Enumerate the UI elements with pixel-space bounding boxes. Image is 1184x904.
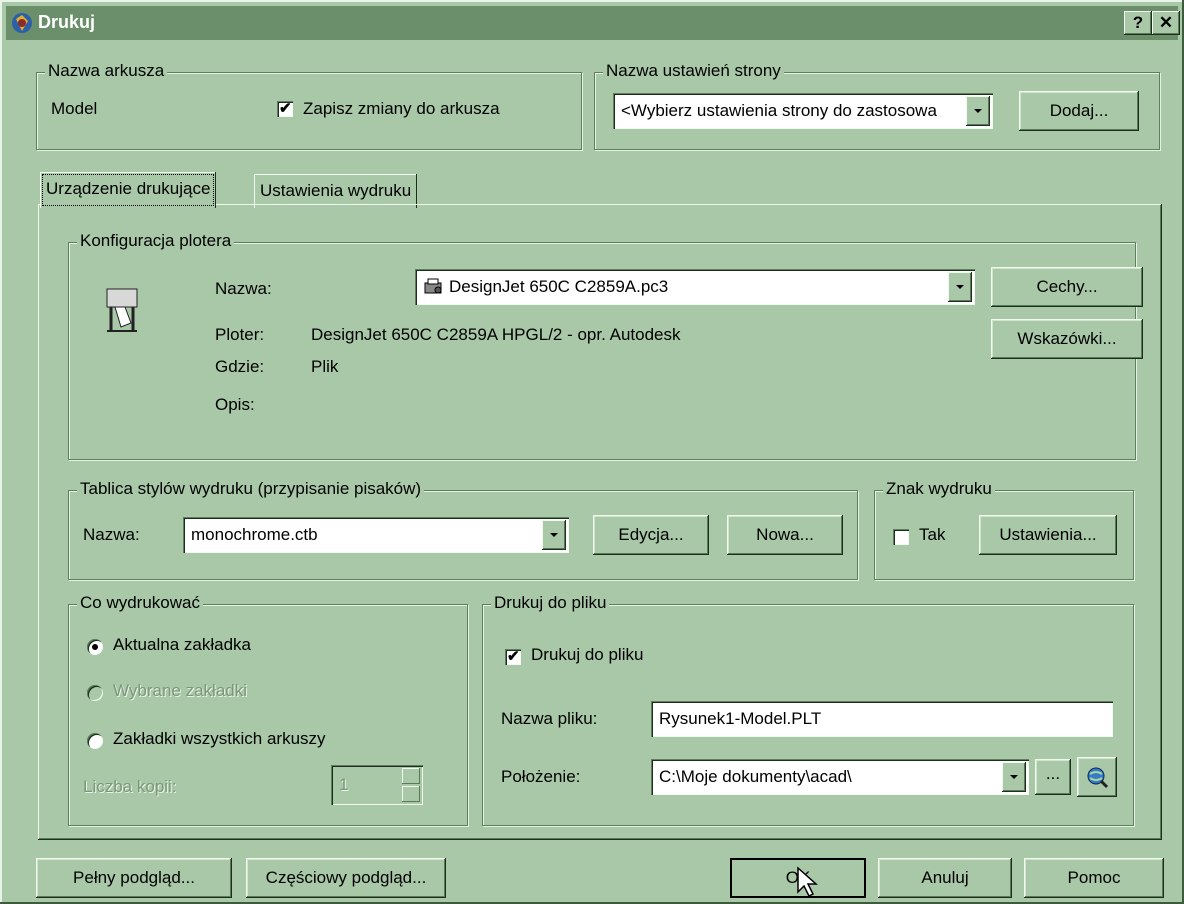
plotter-name-combo[interactable]: DesignJet 650C C2859A.pc3 — [415, 269, 975, 305]
chevron-down-icon[interactable] — [1002, 762, 1026, 792]
style-table-combo[interactable]: monochrome.ctb — [183, 517, 569, 553]
tab-plot-settings[interactable]: Ustawienia wydruku — [254, 174, 418, 208]
plot-style-table-group: Tablica stylów wydruku (przypisanie pisa… — [68, 479, 858, 580]
page-setup-group: Nazwa ustawień strony <Wybierz ustawieni… — [594, 61, 1160, 150]
chevron-down-icon[interactable] — [948, 272, 972, 302]
globe-search-icon — [1087, 767, 1109, 789]
printer-config-icon — [424, 278, 442, 294]
style-table-value: monochrome.ctb — [191, 525, 318, 544]
tab-panel-plot-device: Konfiguracja plotera Nazwa: DesignJet 65… — [38, 204, 1162, 840]
current-tab-label[interactable]: Aktualna zakładka — [113, 635, 251, 655]
plotter-description-label: Opis: — [215, 395, 255, 414]
edit-style-table-button[interactable]: Edycja... — [593, 515, 709, 555]
file-name-label: Nazwa pliku: — [501, 709, 598, 728]
plotter-where-label: Gdzie: — [215, 357, 265, 376]
what-to-plot-legend: Co wydrukować — [77, 593, 203, 613]
tab-plot-device[interactable]: Urządzenie drukujące — [40, 172, 217, 208]
plot-stamp-checkbox[interactable] — [893, 529, 909, 545]
plotter-where-value: Plik — [311, 357, 339, 376]
all-tabs-radio[interactable] — [87, 733, 103, 749]
mouse-pointer-icon — [797, 866, 818, 898]
page-setup-legend: Nazwa ustawień strony — [603, 61, 784, 81]
plot-stamp-legend: Znak wydruku — [883, 479, 995, 499]
plot-style-table-legend: Tablica stylów wydruku (przypisanie pisa… — [77, 479, 425, 499]
plot-stamp-yes-label[interactable]: Tak — [919, 525, 945, 545]
what-to-plot-group: Co wydrukować Aktualna zakładka Wybrane … — [68, 593, 468, 826]
cancel-button[interactable]: Anuluj — [878, 858, 1012, 898]
plot-stamp-group: Znak wydruku Tak Ustawienia... — [874, 479, 1134, 580]
all-tabs-label[interactable]: Zakładki wszystkich arkuszy — [113, 729, 326, 749]
plot-to-file-legend: Drukuj do pliku — [491, 593, 610, 613]
page-setup-combo-value: <Wybierz ustawienia strony do zastosowa — [621, 101, 937, 120]
file-name-input[interactable]: Rysunek1-Model.PLT — [651, 701, 1113, 737]
selected-tabs-radio — [87, 685, 103, 701]
plotter-hints-button[interactable]: Wskazówki... — [991, 319, 1143, 359]
plot-to-file-group: Drukuj do pliku Drukuj do pliku Nazwa pl… — [482, 593, 1134, 826]
help-title-button[interactable]: ? — [1124, 11, 1152, 35]
plot-to-file-label[interactable]: Drukuj do pliku — [531, 645, 643, 665]
copies-down-arrow-icon — [402, 786, 420, 802]
selected-tabs-label: Wybrane zakładki — [113, 681, 248, 700]
plotter-properties-button[interactable]: Cechy... — [991, 267, 1143, 307]
plotter-type-value: DesignJet 650C C2859A HPGL/2 - opr. Auto… — [311, 325, 681, 344]
window-title: Drukuj — [38, 12, 96, 32]
copies-label: Liczba kopii: — [83, 777, 177, 796]
copies-value: 1 — [339, 775, 349, 794]
browse-web-button[interactable] — [1077, 757, 1117, 797]
full-preview-button[interactable]: Pełny podgląd... — [36, 858, 232, 898]
page-setup-combo[interactable]: <Wybierz ustawienia strony do zastosowa — [613, 93, 993, 129]
chevron-down-icon[interactable] — [966, 96, 990, 126]
browse-location-button[interactable]: ... — [1035, 759, 1071, 795]
location-label: Położenie: — [501, 767, 581, 786]
file-name-value: Rysunek1-Model.PLT — [659, 709, 822, 728]
location-combo[interactable]: C:\Moje dokumenty\acad\ — [651, 759, 1029, 795]
save-changes-checkbox[interactable] — [277, 99, 293, 117]
title-bar: Drukuj ? ✕ — [6, 6, 1180, 40]
autocad-app-icon — [12, 13, 32, 33]
add-page-setup-button[interactable]: Dodaj... — [1019, 91, 1139, 131]
print-dialog: Drukuj ? ✕ Nazwa arkusza Model Zapisz zm… — [0, 0, 1184, 904]
plotter-name-label: Nazwa: — [215, 279, 272, 298]
sheet-name-legend: Nazwa arkusza — [45, 61, 168, 81]
plotter-config-legend: Konfiguracja plotera — [77, 231, 235, 251]
chevron-down-icon[interactable] — [542, 520, 566, 550]
close-window-button[interactable]: ✕ — [1152, 11, 1180, 35]
partial-preview-button[interactable]: Częściowy podgląd... — [246, 858, 446, 898]
help-button[interactable]: Pomoc — [1024, 858, 1164, 898]
plot-stamp-settings-button[interactable]: Ustawienia... — [979, 515, 1117, 555]
plotter-config-group: Konfiguracja plotera Nazwa: DesignJet 65… — [68, 231, 1143, 460]
copies-field: 1 — [331, 765, 423, 805]
save-changes-label[interactable]: Zapisz zmiany do arkusza — [303, 99, 500, 119]
plotter-type-label: Ploter: — [215, 325, 265, 344]
plotter-name-value: DesignJet 650C C2859A.pc3 — [449, 277, 669, 296]
sheet-name-value: Model — [51, 99, 98, 118]
style-table-name-label: Nazwa: — [83, 525, 140, 544]
current-tab-radio[interactable] — [87, 639, 103, 655]
plot-to-file-checkbox[interactable] — [505, 647, 521, 665]
sheet-name-group: Nazwa arkusza Model Zapisz zmiany do ark… — [36, 61, 582, 150]
plotter-icon — [106, 288, 138, 332]
location-value: C:\Moje dokumenty\acad\ — [659, 767, 852, 786]
new-style-table-button[interactable]: Nowa... — [727, 515, 843, 555]
copies-up-arrow-icon — [402, 768, 420, 784]
